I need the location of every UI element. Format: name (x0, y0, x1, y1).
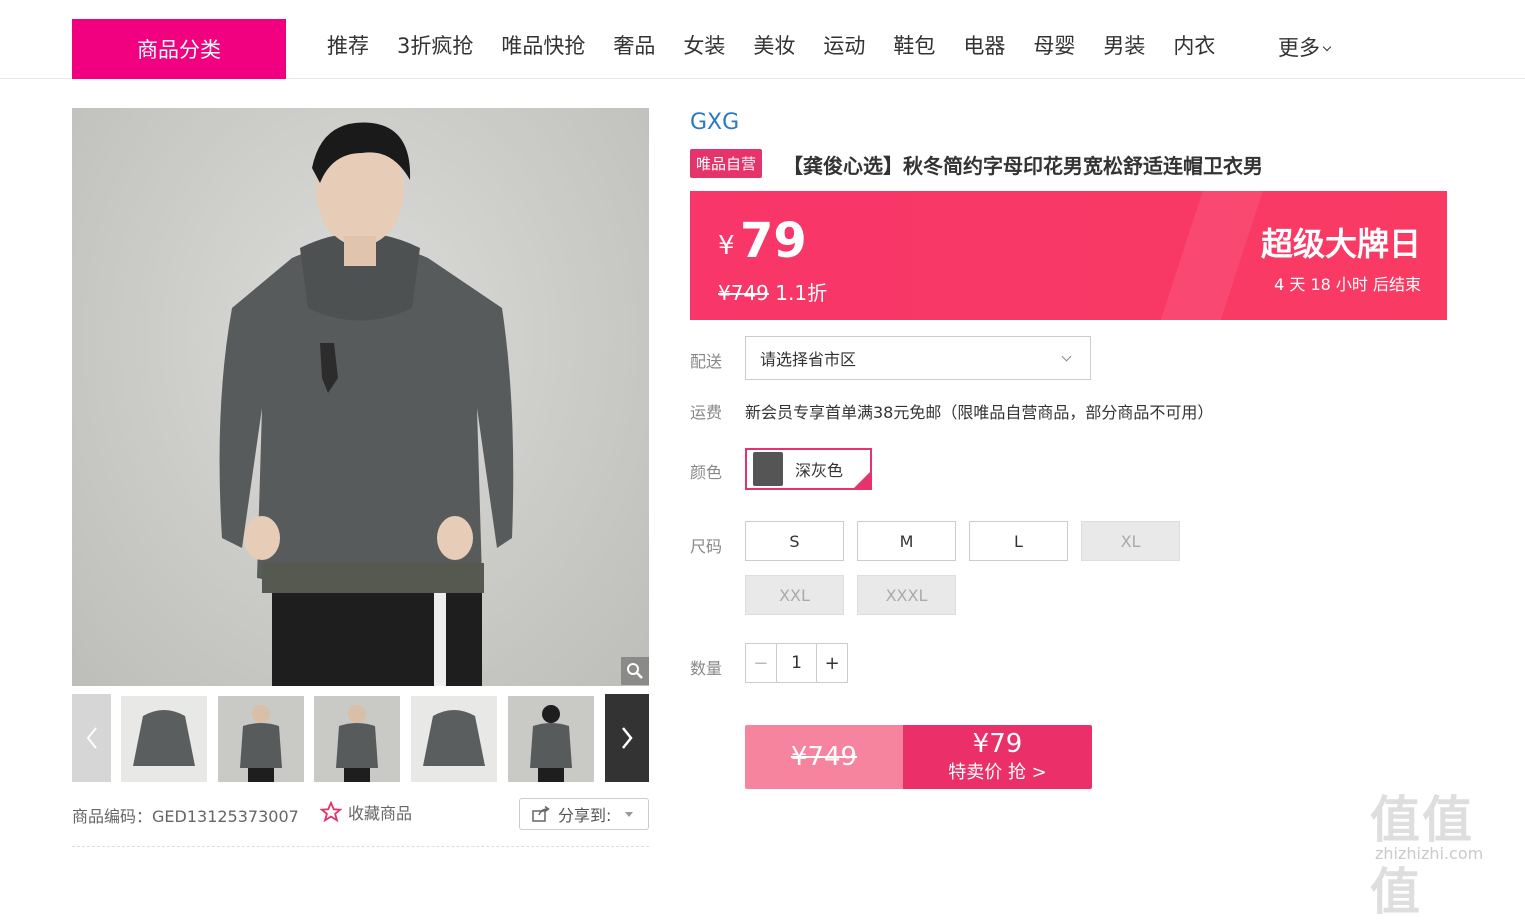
nav-link-flash[interactable]: 唯品快抢 (501, 30, 585, 60)
favorite-label: 收藏商品 (348, 804, 413, 823)
favorite-button[interactable]: 收藏商品 (320, 800, 412, 824)
event-name: 超级大牌日 (1260, 225, 1421, 263)
nav-link-men[interactable]: 男装 (1103, 30, 1145, 60)
category-button[interactable]: 商品分类 (72, 19, 286, 79)
thumbnail-model-pose (336, 705, 378, 782)
original-price-line: ¥749 1.1折 (718, 277, 827, 306)
nav-more[interactable]: 更多 (1278, 32, 1332, 62)
star-icon (320, 801, 342, 823)
original-price: ¥749 (718, 281, 769, 305)
quantity-increase-button[interactable]: + (816, 644, 847, 682)
size-option-xxl[interactable]: XXL (745, 575, 844, 615)
buy-sale-section: ¥79 特卖价 抢 > (903, 725, 1092, 789)
share-label: 分享到: (558, 806, 612, 825)
thumbnail-3[interactable] (314, 696, 400, 782)
caret-down-icon (625, 811, 634, 817)
watermark-site: zhizhizhi.com (1375, 844, 1484, 863)
thumbnail-4[interactable] (411, 696, 497, 782)
thumbnail-hoodie-flat (133, 710, 195, 766)
color-label: 颜色 (690, 463, 723, 482)
buy-original-price: ¥749 (745, 725, 903, 789)
nav-link-beauty[interactable]: 美妆 (753, 30, 795, 60)
thumbnail-5[interactable] (508, 696, 594, 782)
price-banner: ¥ 79 ¥749 1.1折 超级大牌日 4 天 18 小时 后结束 (690, 191, 1447, 320)
quantity-value[interactable]: 1 (777, 644, 817, 682)
delivery-label: 配送 (690, 352, 723, 371)
countdown: 4 天 18 小时 后结束 (1274, 275, 1421, 294)
nav-link-baby[interactable]: 母婴 (1033, 30, 1075, 60)
magnifier-glyph (627, 663, 643, 679)
color-swatch (753, 452, 783, 486)
size-option-s[interactable]: S (745, 521, 844, 561)
size-option-xl[interactable]: XL (1081, 521, 1180, 561)
thumbnail-model-back (530, 705, 572, 782)
nav-more-label: 更多 (1278, 36, 1320, 60)
fee-label: 运费 (690, 403, 723, 422)
chevron-down-icon (1061, 351, 1072, 362)
color-option-dark-gray[interactable]: 深灰色 (745, 448, 872, 490)
delivery-region-select[interactable]: 请选择省市区 (745, 336, 1091, 380)
product-code: 商品编码：GED13125373007 (72, 807, 299, 826)
nav-link-appliances[interactable]: 电器 (963, 30, 1005, 60)
buy-sale-price: ¥79 (972, 728, 1023, 759)
thumbnail-model-front (240, 705, 282, 782)
selected-check-icon (852, 470, 872, 490)
banner-stripe (1150, 191, 1270, 320)
buy-button[interactable]: ¥749 ¥79 特卖价 抢 > (745, 725, 1092, 789)
product-photo-illustration (219, 122, 514, 686)
product-main-image[interactable] (72, 108, 649, 686)
quantity-stepper: − 1 + (745, 643, 848, 683)
zoom-icon[interactable] (621, 657, 649, 685)
discount: 1.1折 (775, 281, 828, 305)
product-title: 【龚俊心选】秋冬简约字母印花男宽松舒适连帽卫衣男 (783, 154, 1263, 178)
nav-link-shoes-bags[interactable]: 鞋包 (893, 30, 935, 60)
buy-original-price-text: ¥749 (790, 742, 858, 772)
thumbnail-1[interactable] (121, 696, 207, 782)
gallery-divider (72, 846, 649, 847)
size-option-l[interactable]: L (969, 521, 1068, 561)
thumbnail-2[interactable] (218, 696, 304, 782)
shipping-fee-text: 新会员专享首单满38元免邮（限唯品自营商品，部分商品不可用） (745, 403, 1214, 422)
top-navigation: 商品分类 推荐 3折疯抢 唯品快抢 奢品 女装 美妆 运动 鞋包 电器 母婴 男… (0, 0, 1525, 79)
nav-link-underwear[interactable]: 内衣 (1173, 30, 1215, 60)
size-option-m[interactable]: M (857, 521, 956, 561)
sale-price: 79 (740, 213, 807, 269)
thumbnail-strip (72, 694, 649, 782)
nav-link-recommend[interactable]: 推荐 (327, 30, 369, 60)
currency-symbol: ¥ (718, 231, 735, 261)
nav-link-30-off[interactable]: 3折疯抢 (397, 30, 473, 60)
thumbnail-next-button[interactable] (605, 694, 649, 782)
chevron-left-icon (86, 727, 97, 749)
quantity-label: 数量 (690, 659, 723, 678)
nav-link-sports[interactable]: 运动 (823, 30, 865, 60)
color-name: 深灰色 (795, 461, 844, 480)
share-dropdown[interactable]: 分享到: (519, 798, 649, 830)
thumbnail-prev-button[interactable] (72, 694, 111, 782)
nav-link-luxury[interactable]: 奢品 (613, 30, 655, 60)
thumbnail-hoodie-back (423, 710, 485, 766)
size-option-xxxl[interactable]: XXXL (857, 575, 956, 615)
share-icon (532, 806, 550, 822)
size-label: 尺码 (690, 537, 723, 556)
nav-links: 推荐 3折疯抢 唯品快抢 奢品 女装 美妆 运动 鞋包 电器 母婴 男装 内衣 (327, 30, 1243, 60)
brand-link[interactable]: GXG (690, 110, 739, 135)
chevron-down-icon (1322, 42, 1332, 52)
buy-label: 特卖价 抢 > (948, 762, 1047, 784)
self-operated-badge: 唯品自营 (690, 149, 763, 178)
chevron-right-icon (622, 727, 633, 749)
nav-link-women[interactable]: 女装 (683, 30, 725, 60)
quantity-decrease-button[interactable]: − (746, 644, 777, 682)
delivery-placeholder: 请选择省市区 (760, 350, 857, 369)
